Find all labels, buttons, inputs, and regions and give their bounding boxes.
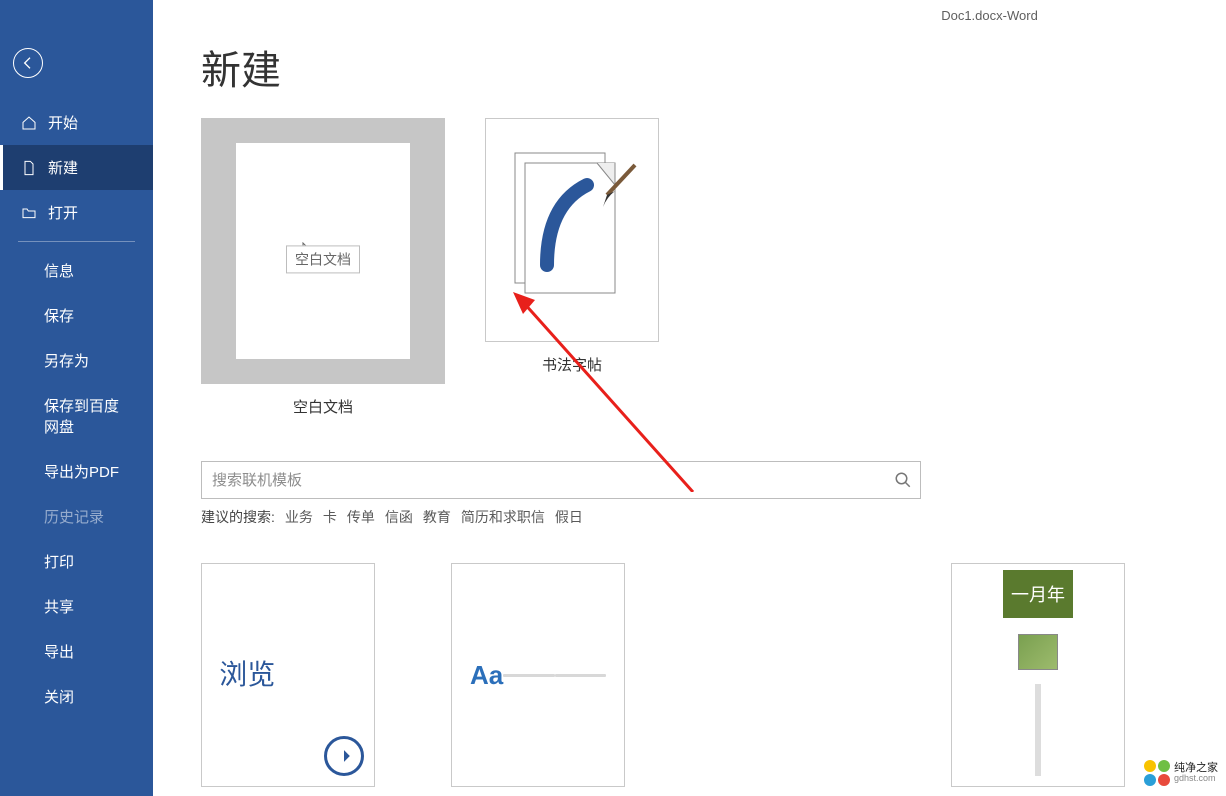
page-title: 新建 [201,38,1226,96]
nav-label: 打开 [48,202,78,223]
template-thumb: 一月 年 [951,563,1125,787]
search-box[interactable] [201,461,921,499]
sidebar-item-baidu[interactable]: 保存到百度网盘 [0,383,153,449]
suggest-link[interactable]: 传单 [347,507,375,527]
suggest-link[interactable]: 信函 [385,507,413,527]
suggest-link[interactable]: 教育 [423,507,451,527]
back-arrow-icon [20,55,36,71]
suggest-link[interactable]: 简历和求职信 [461,507,545,527]
nav-open[interactable]: 打开 [0,190,153,235]
page-icon [20,159,38,177]
template-thumb [485,118,659,342]
sidebar: 开始 新建 打开 信息 保存 另存为 保存到百度网盘 导出为PDF 历史记录 打… [0,0,153,796]
template-calligraphy[interactable]: 书法字帖 [485,118,659,375]
calendar-grid [1035,684,1041,776]
featured-templates: 空白文档 空白文档 书法字帖 [201,118,1226,417]
nav-label: 开始 [48,112,78,133]
template-single-space[interactable]: Aa 单空格（空白） [451,563,625,796]
sidebar-item-history: 历史记录 [0,494,153,539]
template-label: 空白文档 [293,396,353,417]
search-icon[interactable] [894,471,912,489]
template-thumb: 空白文档 [201,118,445,384]
arrow-circle-icon [324,736,364,776]
tooltip: 空白文档 [286,245,360,273]
sidebar-item-print[interactable]: 打印 [0,539,153,584]
sidebar-item-info[interactable]: 信息 [0,248,153,293]
sidebar-item-saveas[interactable]: 另存为 [0,338,153,383]
sidebar-item-close[interactable]: 关闭 [0,674,153,719]
calendar-month: 一月 [1011,581,1047,607]
sidebar-item-save[interactable]: 保存 [0,293,153,338]
spacer [701,563,875,796]
calendar-photo-icon [1018,634,1058,670]
aa-letters: Aa [470,660,503,691]
watermark-logo-icon [1144,760,1170,786]
calendar-year: 年 [1047,581,1065,607]
sidebar-item-pdf[interactable]: 导出为PDF [0,449,153,494]
template-label: 书法字帖 [542,354,602,375]
template-welcome-word[interactable]: 浏览 欢迎使用 Word [201,563,375,796]
nav-home[interactable]: 开始 [0,100,153,145]
template-blank-document[interactable]: 空白文档 空白文档 [201,118,445,417]
template-thumb: 浏览 [201,563,375,787]
main-content: 新建 空白文档 空白文档 [153,0,1226,796]
template-thumb: Aa [451,563,625,787]
suggest-label: 建议的搜索: [201,507,275,527]
suggested-searches: 建议的搜索: 业务 卡 传单 信函 教育 简历和求职信 假日 [201,507,1226,527]
nav-new[interactable]: 新建 [0,145,153,190]
sidebar-item-share[interactable]: 共享 [0,584,153,629]
sidebar-divider [18,241,135,242]
blank-page: 空白文档 [236,143,410,359]
suggest-link[interactable]: 业务 [285,507,313,527]
template-snapshot-calendar[interactable]: 一月 年 快照日历 [951,563,1125,796]
calligraphy-icon [507,145,637,315]
sidebar-item-export[interactable]: 导出 [0,629,153,674]
home-icon [20,114,38,132]
folder-icon [20,204,38,222]
watermark-site: gdhst.com [1174,774,1218,784]
welcome-text: 浏览 [219,653,275,693]
template-grid: 浏览 欢迎使用 Word Aa 单空格（空白） [201,563,1226,796]
back-button[interactable] [13,48,43,78]
suggest-link[interactable]: 假日 [555,507,583,527]
watermark: 纯净之家 gdhst.com [1144,760,1218,786]
suggest-link[interactable]: 卡 [323,507,337,527]
search-input[interactable] [212,472,894,489]
nav-label: 新建 [48,157,78,178]
